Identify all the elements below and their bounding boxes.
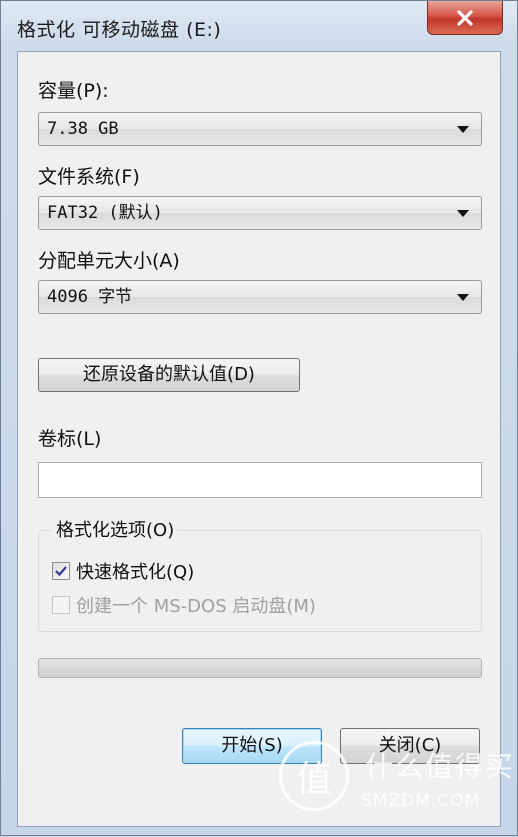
filesystem-label: 文件系统(F)	[38, 166, 140, 188]
start-button[interactable]: 开始(S)	[182, 728, 322, 764]
close-icon	[457, 9, 473, 26]
quick-format-checkbox[interactable]	[52, 562, 70, 580]
msdos-startup-option: 创建一个 MS-DOS 启动盘(M)	[52, 592, 316, 618]
checkmark-icon	[55, 566, 67, 577]
quick-format-option[interactable]: 快速格式化(Q)	[52, 558, 194, 584]
dropdown-arrow-icon	[457, 210, 469, 217]
msdos-startup-checkbox	[52, 596, 70, 614]
volume-label: 卷标(L)	[38, 428, 102, 450]
format-options-title: 格式化选项(O)	[52, 516, 179, 542]
filesystem-select[interactable]: FAT32 (默认)	[38, 196, 482, 230]
dialog-body: 容量(P): 7.38 GB 文件系统(F) FAT32 (默认) 分配单元大小…	[17, 51, 501, 827]
window-close-button[interactable]	[427, 1, 503, 35]
allocation-select[interactable]: 4096 字节	[38, 280, 482, 314]
allocation-label: 分配单元大小(A)	[38, 250, 180, 272]
window-title: 格式化 可移动磁盘 (E:)	[17, 19, 222, 41]
capacity-label: 容量(P):	[38, 80, 109, 102]
format-progress-bar	[38, 658, 482, 678]
title-bar[interactable]: 格式化 可移动磁盘 (E:)	[1, 1, 517, 51]
restore-defaults-button[interactable]: 还原设备的默认值(D)	[38, 358, 300, 392]
dropdown-arrow-icon	[457, 294, 469, 301]
capacity-select[interactable]: 7.38 GB	[38, 112, 482, 146]
close-button[interactable]: 关闭(C)	[340, 728, 480, 764]
msdos-startup-label: 创建一个 MS-DOS 启动盘(M)	[76, 596, 316, 617]
capacity-value: 7.38 GB	[47, 119, 119, 139]
volume-label-input[interactable]	[38, 462, 482, 498]
dropdown-arrow-icon	[457, 126, 469, 133]
format-dialog-window: 格式化 可移动磁盘 (E:) 容量(P): 7.38 GB 文件系统(F) FA…	[0, 0, 518, 836]
filesystem-value: FAT32 (默认)	[47, 203, 163, 223]
allocation-value: 4096 字节	[47, 287, 133, 307]
quick-format-label: 快速格式化(Q)	[76, 562, 195, 583]
